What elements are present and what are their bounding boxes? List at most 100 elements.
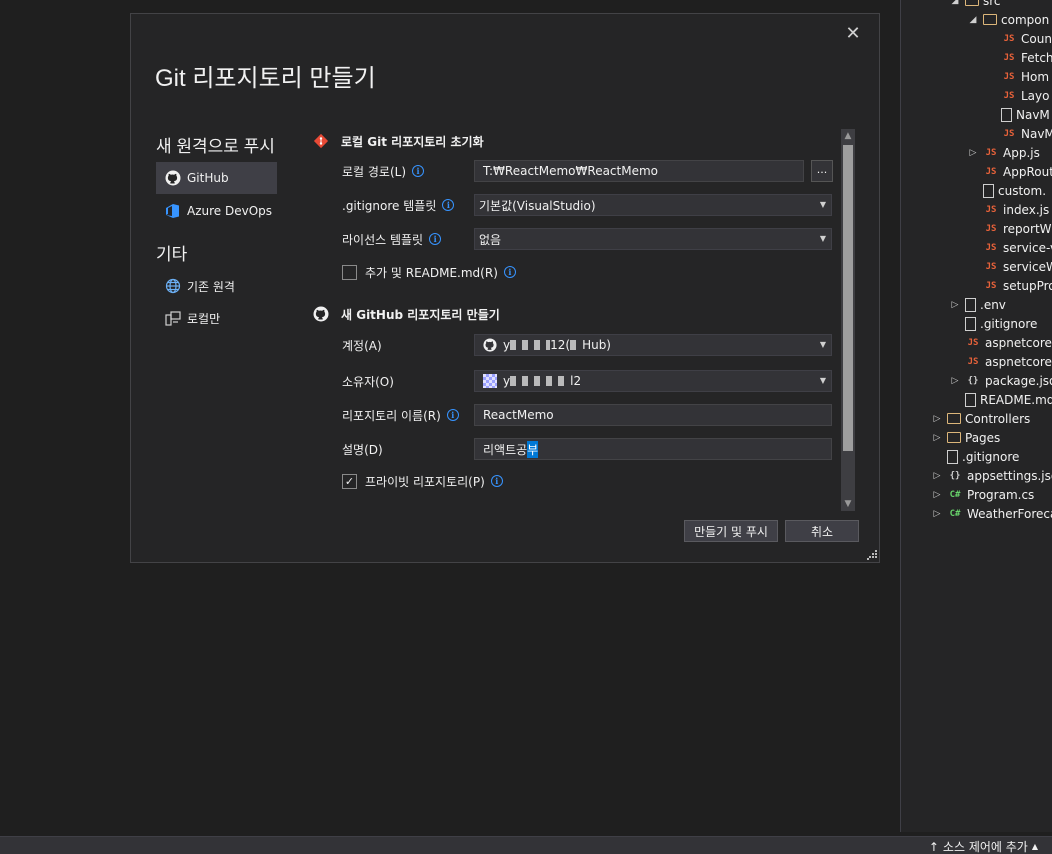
vertical-scrollbar[interactable]: ▲ ▼ [841,129,855,511]
github-icon [164,169,182,187]
solution-explorer-panel: ◢ src ◢ compon JS Coun JS Fetch JS Hom JS Layo NavM J… [900,0,1052,832]
chevron-down-icon: ▼ [819,234,827,243]
tree-item[interactable]: JS AppRout [967,162,1052,181]
close-icon[interactable]: ✕ [843,24,863,44]
tree-item[interactable]: JS Layo [985,86,1050,105]
nav-item-github[interactable]: GitHub [156,162,277,194]
readme-checkbox[interactable] [342,264,357,280]
expand-arrow-icon[interactable]: ▷ [949,300,961,310]
tree-item[interactable]: custom. [967,181,1046,200]
description-input[interactable]: 리액트공 부 [474,438,832,460]
add-to-source-control-button[interactable]: ↑ 소스 제어에 추가 ▲ [929,838,1038,854]
info-icon[interactable]: i [412,165,425,177]
tree-item[interactable]: JS service-v [967,238,1052,257]
tree-item-label: setupPro [1003,278,1052,293]
js-file-icon: JS [1003,71,1015,82]
tree-item[interactable]: .gitignore [931,447,1019,466]
gitignore-template-combo[interactable]: 기본값(VisualStudio) ▼ [474,194,832,216]
info-icon[interactable]: i [490,475,503,487]
gitignore-template-label: .gitignore 템플릿 i [342,194,455,216]
tree-item[interactable]: JS Hom [985,67,1049,86]
tree-item-label: App.js [1003,145,1040,160]
tree-item[interactable]: ▷ C# WeatherForecast [931,504,1052,523]
tree-item[interactable]: JS setupPro [967,276,1052,295]
account-value-prefix: y [503,338,511,352]
scroll-down-icon[interactable]: ▼ [841,497,855,511]
tree-item[interactable]: ▷ Pages [931,428,1001,447]
account-combo[interactable]: y 12( Hub) ▼ [474,334,832,356]
tree-item-label: Program.cs [967,487,1035,502]
tree-item[interactable]: ▷ Controllers [931,409,1031,428]
owner-value-prefix: y [503,374,511,388]
collapse-arrow-icon[interactable]: ◢ [949,0,961,6]
nav-item-label: Azure DevOps [187,204,273,218]
info-icon[interactable]: i [446,409,459,421]
expand-arrow-icon[interactable]: ▷ [931,490,943,500]
private-repository-checkbox-row[interactable]: ✓ 프라이빗 리포지토리(P) i [342,472,503,490]
owner-combo[interactable]: y l2 ▼ [474,370,832,392]
tree-item-label: README.md [980,392,1052,407]
tree-item[interactable]: ▷ JS App.js [967,143,1040,162]
expand-arrow-icon[interactable]: ▷ [931,414,943,424]
tree-item[interactable]: JS aspnetcore- [949,333,1052,352]
git-icon [311,131,331,151]
expand-arrow-icon[interactable]: ▷ [931,433,943,443]
tree-item[interactable]: ◢ src [949,0,1001,10]
tree-item[interactable]: README.md [949,390,1052,409]
tree-item-label: Coun [1021,31,1052,46]
local-computer-icon [164,309,182,327]
nav-item-existing-remote[interactable]: 기존 원격 [156,270,277,302]
tree-item[interactable]: JS reportW [967,219,1052,238]
tree-item[interactable]: JS Coun [985,29,1052,48]
tree-item[interactable]: NavM [985,105,1050,124]
tree-item[interactable]: JS NavM [985,124,1052,143]
collapse-arrow-icon[interactable]: ◢ [967,15,979,25]
browse-button[interactable]: ... [811,160,833,182]
dialog-title: Git 리포지토리 만들기 [155,65,376,92]
tree-item[interactable]: JS index.js [967,200,1050,219]
info-icon[interactable]: i [503,266,516,278]
add-readme-checkbox-row[interactable]: 추가 및 README.md(R) i [342,263,516,281]
local-path-input[interactable]: T:₩ReactMemo₩ReactMemo [474,160,804,182]
tree-item[interactable]: .gitignore [949,314,1037,333]
account-label: 계정(A) [342,334,382,356]
tree-item[interactable]: JS Fetch [985,48,1052,67]
cs-file-icon: C# [949,489,961,500]
info-icon[interactable]: i [429,233,442,245]
expand-arrow-icon[interactable]: ▷ [967,148,979,158]
info-icon[interactable]: i [442,199,455,211]
cancel-button[interactable]: 취소 [785,520,859,542]
tree-item[interactable]: ▷ {} package.json [949,371,1052,390]
caret-up-icon: ▲ [1031,842,1038,851]
nav-item-azure-devops[interactable]: Azure DevOps [156,195,277,227]
tree-item-label: src [983,0,1001,8]
description-text: 리액트공 [483,442,528,457]
repository-name-label: 리포지토리 이름(R) i [342,404,459,426]
nav-item-local-only[interactable]: 로컬만 [156,302,277,334]
other-heading: 기타 [156,245,188,264]
repository-name-input[interactable]: ReactMemo [474,404,832,426]
tree-item[interactable]: ▷ .env [949,295,1006,314]
tree-item-label: Hom [1021,69,1050,84]
scrollbar-thumb[interactable] [843,145,853,451]
tree-item-label: Pages [965,430,1001,445]
folder-icon [983,14,997,25]
expand-arrow-icon[interactable]: ▷ [931,471,943,481]
tree-item[interactable]: JS serviceW [967,257,1052,276]
tree-item[interactable]: ▷ {} appsettings.json [931,466,1052,485]
resize-grip-icon[interactable] [867,550,877,560]
tree-item-label: .env [980,297,1006,312]
license-template-combo[interactable]: 없음 ▼ [474,228,832,250]
owner-value-suffix: l2 [570,374,582,388]
github-section-heading: 새 GitHub 리포지토리 만들기 [311,304,500,324]
owner-avatar-icon [483,374,497,388]
tree-item[interactable]: ▷ C# Program.cs [931,485,1035,504]
tree-item-label: custom. [998,183,1047,198]
private-checkbox[interactable]: ✓ [342,473,357,489]
tree-item[interactable]: JS aspnetcore- [949,352,1052,371]
create-and-push-button[interactable]: 만들기 및 푸시 [684,520,778,542]
expand-arrow-icon[interactable]: ▷ [949,376,961,386]
expand-arrow-icon[interactable]: ▷ [931,509,943,519]
scroll-up-icon[interactable]: ▲ [841,129,855,143]
tree-item[interactable]: ◢ compon [967,10,1050,29]
